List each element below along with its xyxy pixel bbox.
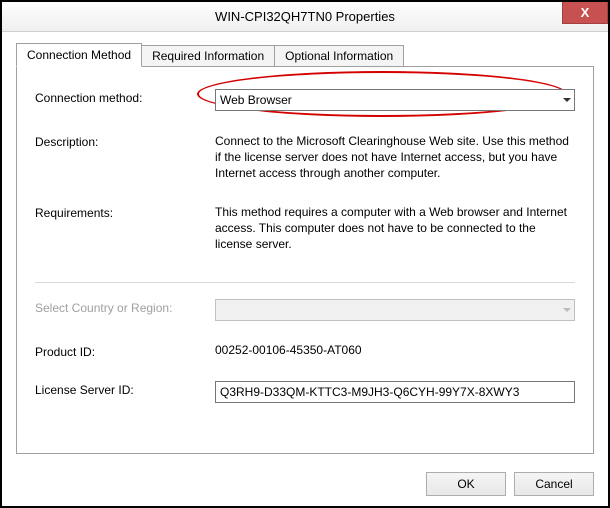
chevron-down-icon [563, 98, 571, 102]
chevron-down-icon [563, 308, 571, 312]
cancel-button[interactable]: Cancel [514, 472, 594, 496]
country-label: Select Country or Region: [35, 299, 215, 315]
country-combo [215, 299, 575, 321]
product-id-label: Product ID: [35, 343, 215, 359]
description-text: Connect to the Microsoft Clearinghouse W… [215, 133, 575, 182]
close-icon: X [581, 5, 590, 20]
tab-row: Connection Method Required Information O… [16, 42, 594, 66]
connection-method-value: Web Browser [220, 93, 292, 107]
requirements-text: This method requires a computer with a W… [215, 204, 575, 253]
client-area: Connection Method Required Information O… [2, 32, 608, 464]
connection-method-label: Connection method: [35, 89, 215, 105]
tab-optional-information[interactable]: Optional Information [274, 45, 404, 66]
requirements-label: Requirements: [35, 204, 215, 220]
close-button[interactable]: X [562, 2, 608, 24]
product-id-value: 00252-00106-45350-AT060 [215, 343, 575, 357]
license-server-id-field[interactable]: Q3RH9-D33QM-KTTC3-M9JH3-Q6CYH-99Y7X-8XWY… [215, 381, 575, 403]
dialog-button-row: OK Cancel [2, 464, 608, 506]
connection-method-combo[interactable]: Web Browser [215, 89, 575, 111]
properties-window: WIN-CPI32QH7TN0 Properties X Connection … [2, 2, 608, 506]
window-title: WIN-CPI32QH7TN0 Properties [2, 9, 608, 24]
titlebar: WIN-CPI32QH7TN0 Properties X [2, 2, 608, 32]
tab-required-information[interactable]: Required Information [141, 45, 275, 66]
tab-panel-connection-method: Connection method: Web Browser Descripti… [16, 66, 594, 454]
description-label: Description: [35, 133, 215, 149]
separator [35, 282, 575, 283]
tab-connection-method[interactable]: Connection Method [16, 43, 142, 67]
license-server-id-label: License Server ID: [35, 381, 215, 397]
ok-button[interactable]: OK [426, 472, 506, 496]
